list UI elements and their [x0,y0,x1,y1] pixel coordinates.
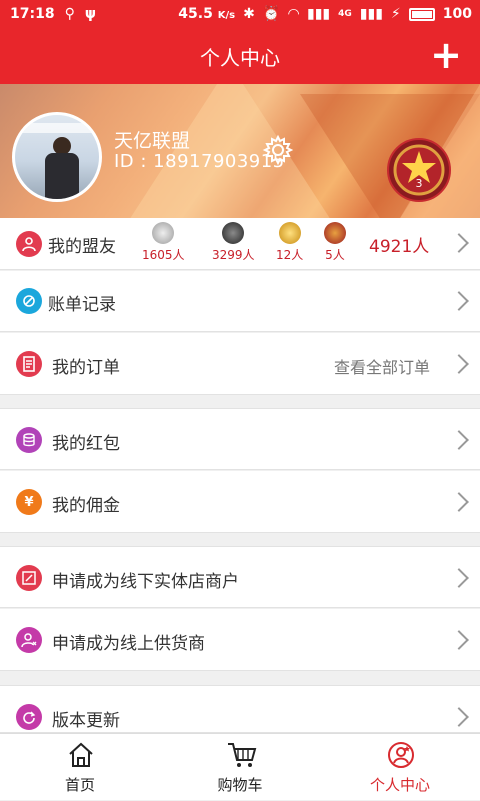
tab-profile-label: 个人中心 [369,776,430,794]
gold-badge-icon [278,222,301,244]
chevron-right-icon [449,291,469,311]
red-packet-label: 我的红包 [52,434,120,454]
usb-icon: ⚲ [64,6,75,22]
signal-icon: ▮▮▮ [307,6,331,22]
plus-icon[interactable]: + [430,34,462,76]
wifi-icon: ◠ [288,6,300,22]
battery-icon [408,7,435,21]
tab-cart-label: 购物车 [217,776,263,794]
friends-icon [16,231,42,257]
home-icon [69,742,93,767]
online-supplier-row[interactable]: 申请成为线上供货商 [0,609,480,671]
chevron-right-icon [449,707,469,727]
bill-label: 账单记录 [48,295,116,315]
friends-row[interactable]: 我的盟友 1605人 3299人 12人 5人 4921人 [0,218,480,270]
offline-merchant-row[interactable]: 申请成为线下实体店商户 [0,546,480,608]
cart-icon [228,743,257,767]
profile-icon [388,742,414,768]
red-badge-icon [324,222,346,244]
bluetooth-icon: ✱ [243,6,255,22]
chevron-right-icon [449,354,469,374]
supplier-icon [16,627,42,653]
charging-icon: ⚡ [390,6,401,22]
profile-id: ID : 18917903915 [114,151,285,172]
red-packet-row[interactable]: 我的红包 [0,408,480,470]
chevron-right-icon [449,630,469,650]
orders-icon [16,351,42,377]
tab-profile[interactable]: 个人中心 [340,734,460,801]
orders-label: 我的订单 [52,358,120,378]
page-title: 个人中心 [200,46,280,70]
level-medal-icon: 3 [387,138,451,202]
signal-icon-2: ▮▮▮ [359,6,383,22]
version-update-label: 版本更新 [52,711,120,731]
network-type: 4G [338,9,352,19]
network-speed: 45.5 K/s [178,6,236,22]
friends-total: 4921人 [369,237,430,257]
silver-badge-icon [152,222,175,244]
tab-cart[interactable]: 购物车 [180,734,300,801]
dark-badge-icon [222,222,245,244]
commission-row[interactable]: ¥ 我的佣金 [0,471,480,533]
status-bar: 17:18 ⚲ ψ 45.5 K/s ✱ ⏰ ◠ ▮▮▮ 4G ▮▮▮ ⚡ 10… [0,0,480,30]
chevron-right-icon [449,430,469,450]
chevron-right-icon [449,233,469,253]
red-packet-icon [16,427,42,453]
online-supplier-label: 申请成为线上供货商 [52,634,205,654]
chevron-right-icon [449,568,469,588]
friends-stat-silver: 1605人 [142,222,185,263]
friends-stat-dark: 3299人 [212,222,255,263]
friends-label: 我的盟友 [48,237,116,257]
bottom-tab-bar: 首页 购物车 个人中心 [0,733,480,800]
profile-name: 天亿联盟 [114,130,191,152]
header: 个人中心 + [0,30,480,84]
yen-icon: ¥ [16,489,42,515]
offline-merchant-label: 申请成为线下实体店商户 [52,572,239,592]
chevron-right-icon [449,492,469,512]
usb-debug-icon: ψ [84,6,96,22]
refresh-icon [16,704,42,730]
gear-icon[interactable] [262,134,294,166]
friends-stat-red: 5人 [324,222,346,263]
battery-level: 100 [442,6,472,22]
version-update-row[interactable]: 版本更新 [0,685,480,733]
status-time: 17:18 [10,6,55,22]
alarm-icon: ⏰ [262,6,281,22]
avatar[interactable] [12,112,102,202]
svg-text:3: 3 [416,177,423,190]
bill-icon [16,288,42,314]
tab-home[interactable]: 首页 [20,734,140,801]
commission-label: 我的佣金 [52,496,120,516]
bill-row[interactable]: 账单记录 [0,271,480,332]
edit-icon [16,565,42,591]
orders-row[interactable]: 我的订单 查看全部订单 [0,333,480,395]
friends-stat-gold: 12人 [276,222,303,263]
tab-home-label: 首页 [64,776,95,794]
view-all-orders-link[interactable]: 查看全部订单 [334,354,430,378]
